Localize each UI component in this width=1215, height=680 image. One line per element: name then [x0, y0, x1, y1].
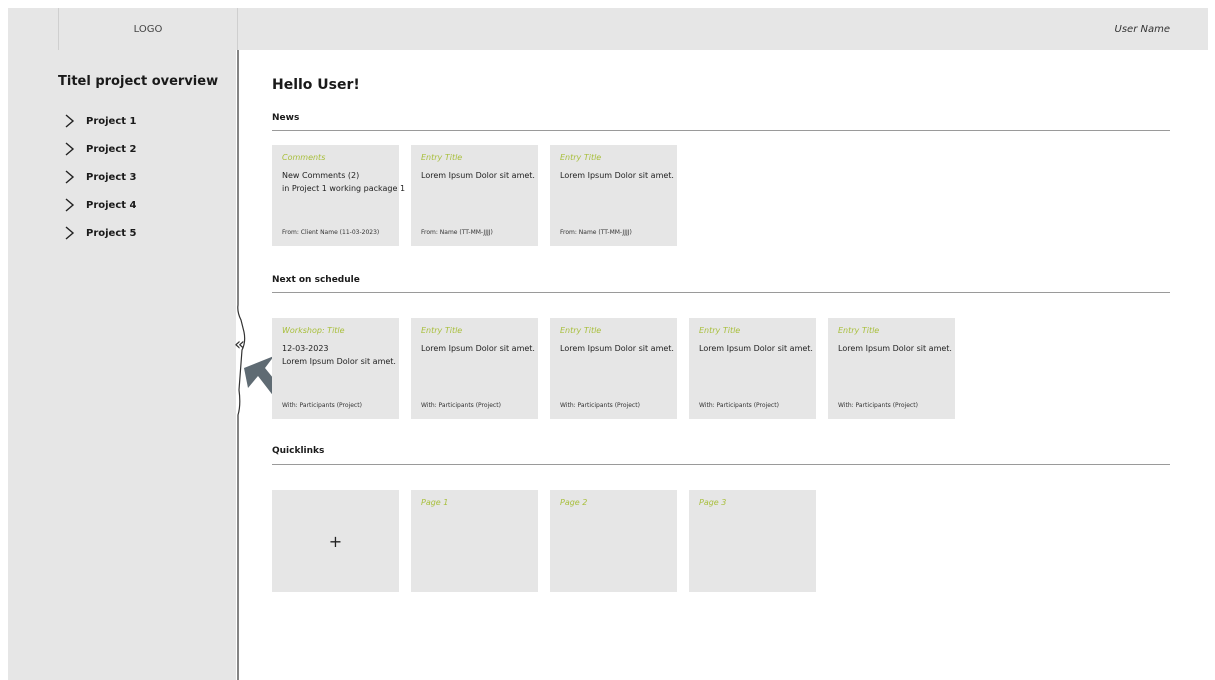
schedule-card[interactable]: Entry Title Lorem Ipsum Dolor sit amet. … — [411, 318, 538, 419]
card-title: Comments — [282, 153, 326, 162]
news-card[interactable]: Entry Title Lorem Ipsum Dolor sit amet. … — [550, 145, 677, 246]
sidebar-item-label: Project 1 — [86, 115, 137, 127]
card-title: Entry Title — [838, 326, 880, 335]
card-footer: With: Participants (Project) — [282, 402, 362, 409]
schedule-card[interactable]: Entry Title Lorem Ipsum Dolor sit amet. … — [689, 318, 816, 419]
quicklink-page-3[interactable]: Page 3 — [689, 490, 816, 592]
greeting: Hello User! — [272, 77, 360, 93]
card-footer: From: Name (TT-MM-JJJJ) — [421, 229, 493, 236]
news-card[interactable]: Comments New Comments (2) in Project 1 w… — [272, 145, 405, 246]
sidebar: Titel project overview Project 1 Project… — [8, 50, 246, 680]
card-title: Entry Title — [560, 326, 602, 335]
card-footer: With: Participants (Project) — [699, 402, 779, 409]
card-text: in Project 1 working package 1 — [282, 184, 406, 193]
sidebar-title: Titel project overview — [58, 74, 219, 89]
sidebar-item-label: Project 5 — [86, 227, 137, 239]
add-quicklink-button[interactable]: + — [272, 490, 399, 592]
card-title: Page 2 — [560, 498, 588, 507]
quicklinks-divider — [272, 464, 1170, 465]
sidebar-item-label: Project 3 — [86, 171, 137, 183]
sidebar-item-project-1[interactable]: Project 1 — [62, 107, 137, 135]
sidebar-item-project-4[interactable]: Project 4 — [62, 191, 137, 219]
quicklinks-section-title: Quicklinks — [272, 446, 325, 456]
card-text: New Comments (2) — [282, 171, 360, 180]
chevron-right-icon — [65, 114, 75, 128]
card-footer: With: Participants (Project) — [560, 402, 640, 409]
chevron-right-icon — [65, 198, 75, 212]
card-text: 12-03-2023 — [282, 344, 329, 353]
chevron-right-icon — [65, 170, 75, 184]
card-text: Lorem Ipsum Dolor sit amet. — [421, 344, 535, 353]
card-text: Lorem Ipsum Dolor sit amet. — [699, 344, 813, 353]
card-title: Entry Title — [421, 153, 463, 162]
sidebar-item-label: Project 4 — [86, 199, 137, 211]
sidebar-item-project-3[interactable]: Project 3 — [62, 163, 137, 191]
schedule-card[interactable]: Entry Title Lorem Ipsum Dolor sit amet. … — [828, 318, 955, 419]
schedule-card[interactable]: Workshop: Title 12-03-2023 Lorem Ipsum D… — [272, 318, 399, 419]
logo[interactable]: LOGO — [58, 8, 238, 50]
card-footer: From: Client Name (11-03-2023) — [282, 229, 380, 236]
schedule-card[interactable]: Entry Title Lorem Ipsum Dolor sit amet. … — [550, 318, 677, 419]
card-text: Lorem Ipsum Dolor sit amet. — [560, 344, 674, 353]
card-text: Lorem Ipsum Dolor sit amet. — [282, 357, 396, 366]
user-name[interactable]: User Name — [1115, 8, 1170, 50]
card-text: Lorem Ipsum Dolor sit amet. — [838, 344, 952, 353]
project-list: Project 1 Project 2 Project 3 Project 4 … — [62, 107, 137, 247]
card-footer: With: Participants (Project) — [421, 402, 501, 409]
news-divider — [272, 130, 1170, 131]
card-title: Page 1 — [421, 498, 449, 507]
sidebar-item-project-2[interactable]: Project 2 — [62, 135, 137, 163]
card-title: Entry Title — [699, 326, 741, 335]
quicklink-page-1[interactable]: Page 1 — [411, 490, 538, 592]
chevron-right-icon — [65, 226, 75, 240]
sidebar-item-project-5[interactable]: Project 5 — [62, 219, 137, 247]
card-title: Workshop: Title — [282, 326, 345, 335]
card-text: Lorem Ipsum Dolor sit amet. — [560, 171, 674, 180]
card-footer: With: Participants (Project) — [838, 402, 918, 409]
card-title: Entry Title — [421, 326, 463, 335]
card-text: Lorem Ipsum Dolor sit amet. — [421, 171, 535, 180]
quicklink-page-2[interactable]: Page 2 — [550, 490, 677, 592]
card-title: Page 3 — [699, 498, 727, 507]
schedule-section-title: Next on schedule — [272, 275, 360, 285]
sidebar-item-label: Project 2 — [86, 143, 137, 155]
news-card[interactable]: Entry Title Lorem Ipsum Dolor sit amet. … — [411, 145, 538, 246]
chevron-right-icon — [65, 142, 75, 156]
top-header: LOGO User Name — [8, 8, 1208, 50]
plus-icon: + — [328, 531, 343, 551]
card-footer: From: Name (TT-MM-JJJJ) — [560, 229, 632, 236]
schedule-divider — [272, 292, 1170, 293]
card-title: Entry Title — [560, 153, 602, 162]
news-section-title: News — [272, 113, 300, 123]
